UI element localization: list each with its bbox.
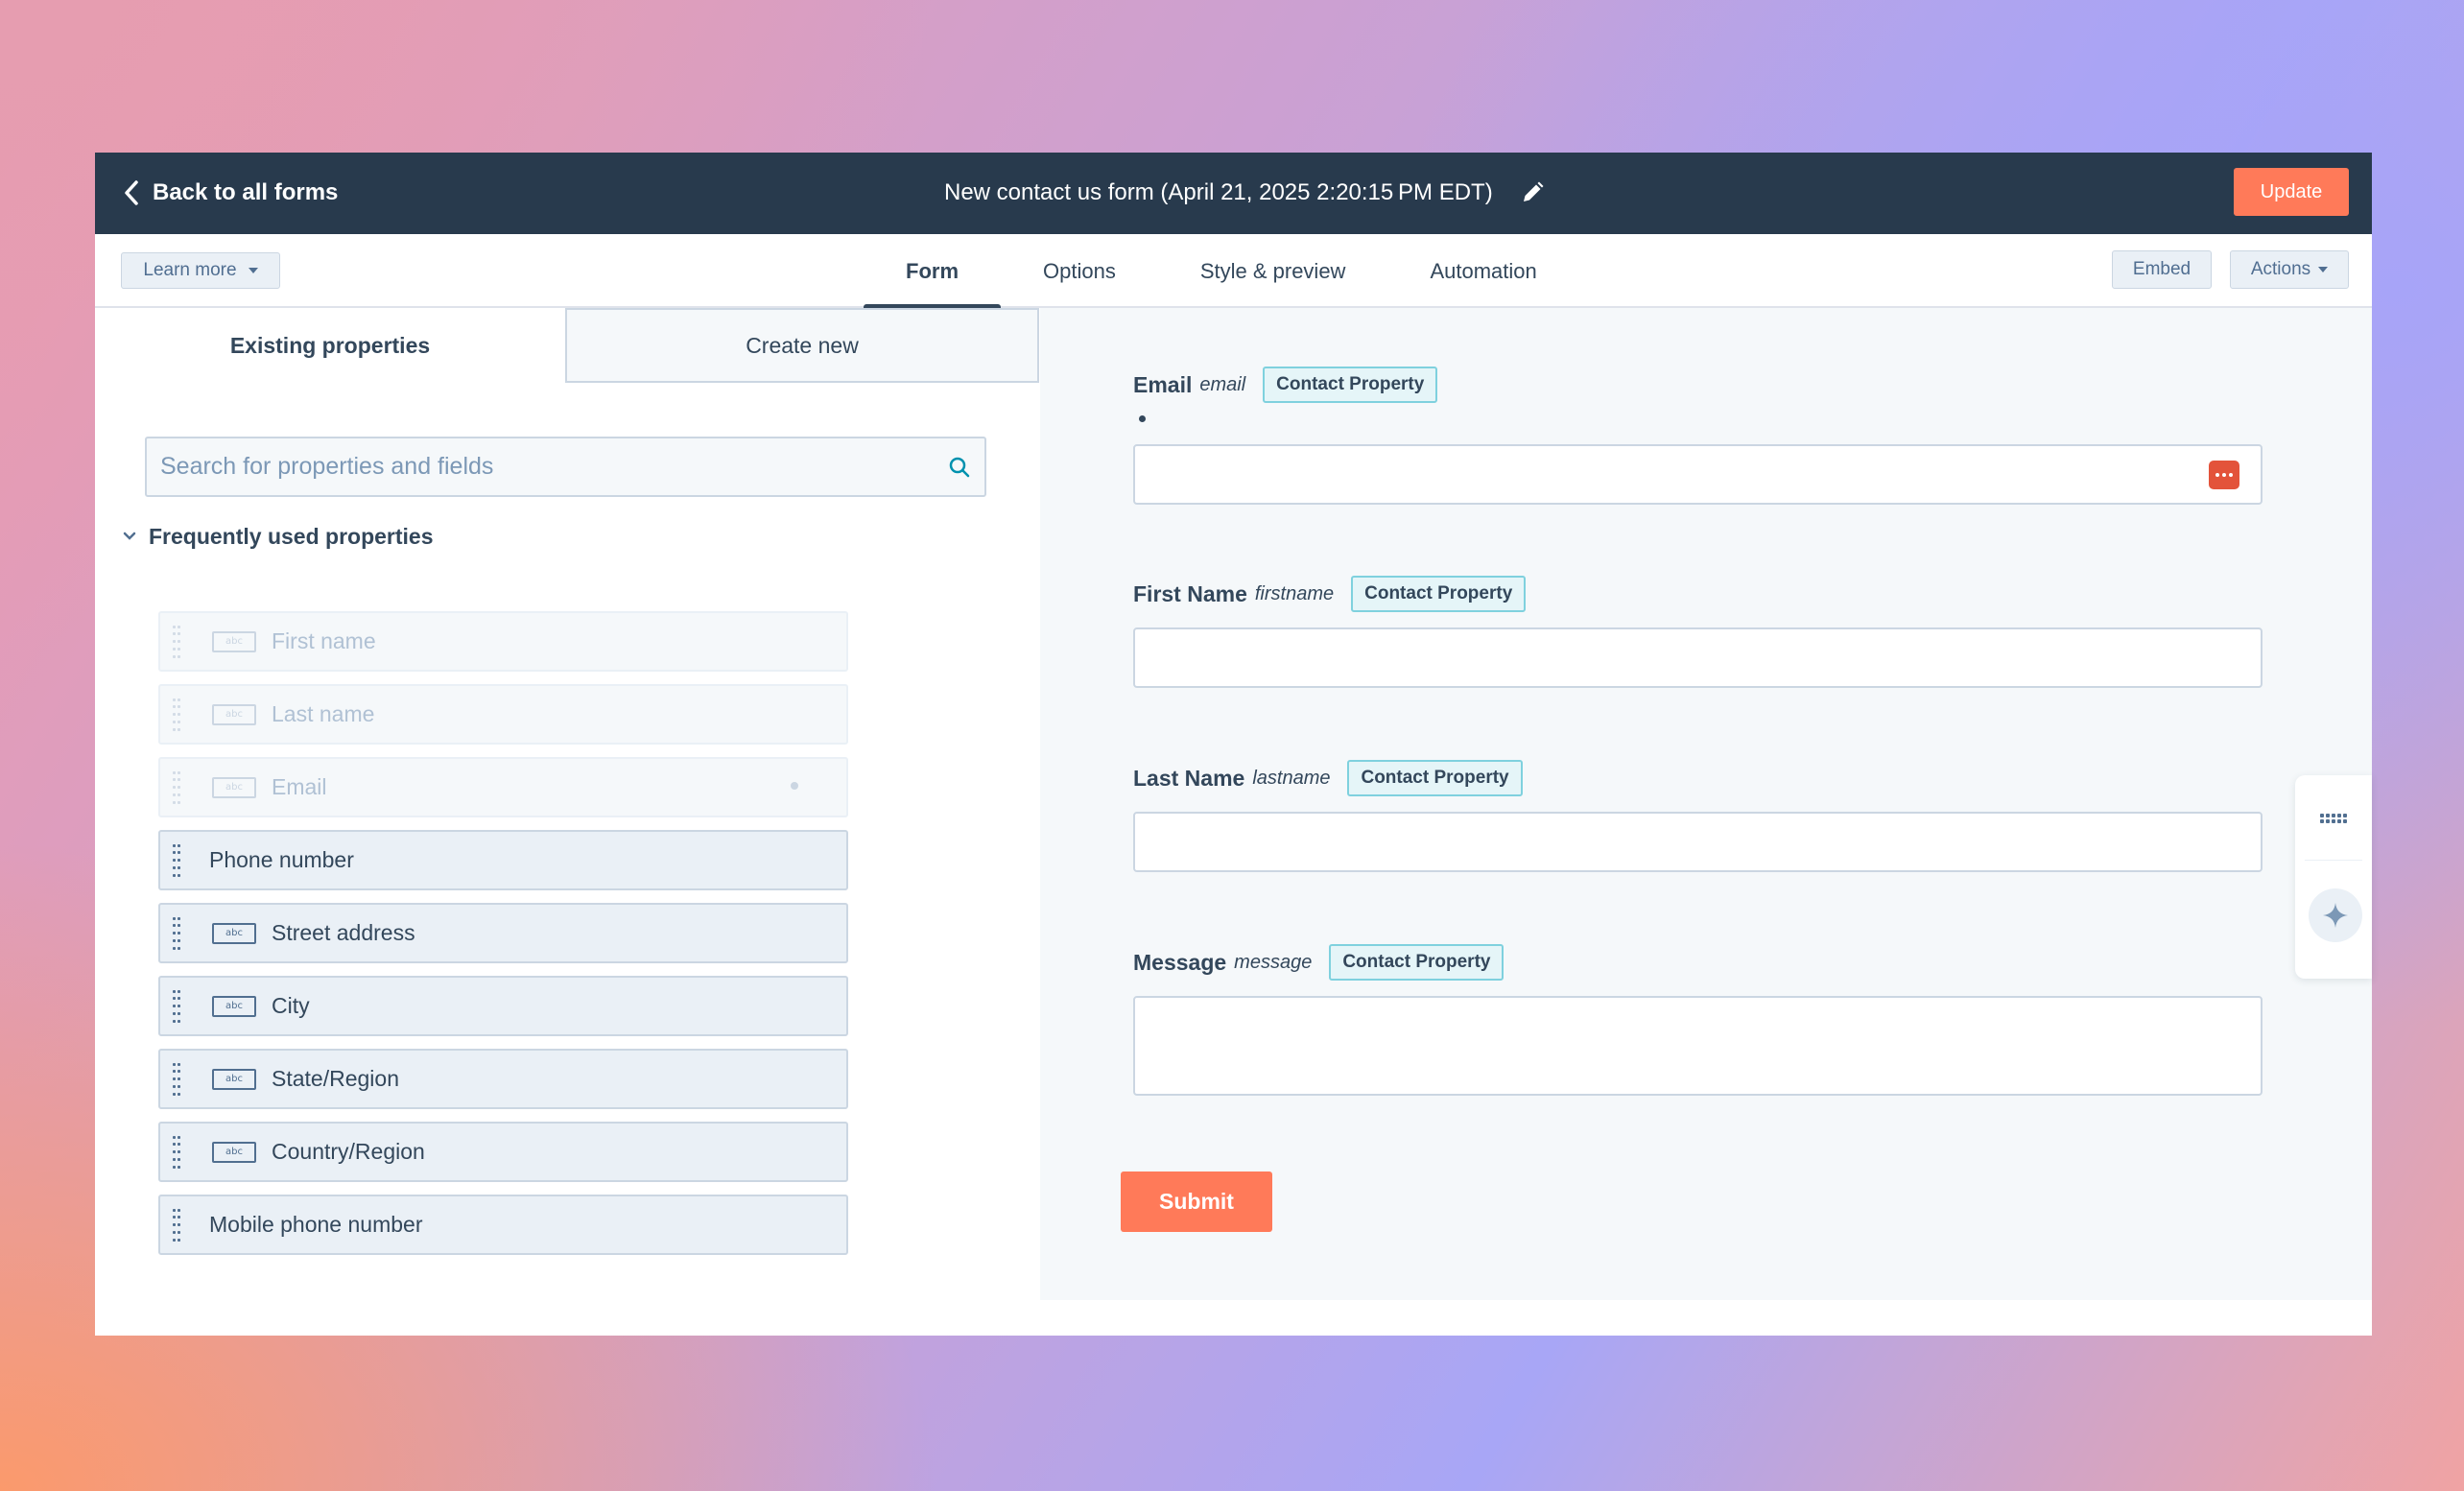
message-textarea[interactable] [1133, 996, 2263, 1096]
property-label: State/Region [272, 1066, 399, 1091]
field-internal-name: email [1199, 373, 1246, 395]
text-field-icon: abc [212, 776, 256, 798]
field-label-message: Message message Contact Property [1133, 943, 1504, 982]
field-label-email: Email email Contact Property [1133, 366, 1438, 404]
property-label: Phone number [209, 847, 354, 872]
search-input[interactable] [160, 453, 948, 481]
back-to-forms-link[interactable]: Back to all forms [124, 174, 338, 212]
text-field-icon: abc [212, 922, 256, 944]
drag-handle-icon [172, 698, 183, 731]
property-item[interactable]: Mobile phone number [158, 1195, 848, 1255]
required-dot [791, 782, 798, 790]
contact-property-badge: Contact Property [1329, 944, 1504, 981]
form-editor-window: Back to all forms New contact us form (A… [95, 153, 2372, 1336]
form-preview: Email email Contact Property First Name … [1040, 308, 2372, 1300]
embed-button[interactable]: Embed [2112, 250, 2212, 289]
property-item: abc Email [158, 757, 848, 817]
text-field-icon: abc [212, 1068, 256, 1090]
property-label: City [272, 993, 310, 1018]
tab-style-preview[interactable]: Style & preview [1158, 234, 1388, 308]
property-item[interactable]: abc Street address [158, 903, 848, 963]
frequently-used-section-toggle[interactable]: Frequently used properties [122, 517, 434, 556]
drag-handle-icon[interactable] [172, 1208, 183, 1242]
property-item[interactable]: Phone number [158, 830, 848, 890]
submit-button[interactable]: Submit [1121, 1172, 1272, 1232]
actions-label: Actions [2250, 259, 2311, 279]
property-label: Mobile phone number [209, 1212, 423, 1237]
property-label: First name [272, 628, 376, 653]
lastname-input[interactable] [1133, 812, 2263, 872]
chevron-left-icon [125, 180, 138, 205]
text-field-icon: abc [212, 1141, 256, 1163]
properties-panel: Existing properties Create new Frequentl… [95, 308, 1040, 1336]
apps-grid-icon[interactable] [2320, 814, 2347, 823]
form-title-text: New contact us form (April 21, 2025 2:20… [944, 179, 1493, 205]
top-bar: Back to all forms New contact us form (A… [95, 153, 2372, 234]
property-item[interactable]: abc State/Region [158, 1049, 848, 1109]
tab-existing-properties[interactable]: Existing properties [95, 308, 565, 383]
field-label-firstname: First Name firstname Contact Property [1133, 575, 1527, 613]
field-internal-name: lastname [1252, 767, 1331, 789]
side-widget [2295, 775, 2372, 979]
panel-tabs: Existing properties Create new [95, 308, 1040, 383]
property-label: Last name [272, 701, 375, 726]
caret-down-icon [2318, 267, 2329, 272]
property-label: Email [272, 774, 327, 799]
tab-options[interactable]: Options [1001, 234, 1158, 308]
caret-down-icon [248, 268, 258, 273]
tab-form[interactable]: Form [864, 234, 1001, 310]
contact-property-badge: Contact Property [1347, 760, 1523, 796]
drag-handle-icon[interactable] [172, 1135, 183, 1169]
text-field-icon: abc [212, 995, 256, 1017]
property-item[interactable]: abc Country/Region [158, 1122, 848, 1182]
property-label: Street address [272, 920, 415, 945]
password-manager-icon[interactable] [2209, 461, 2239, 489]
learn-more-label: Learn more [143, 260, 237, 280]
divider [2305, 860, 2362, 861]
drag-handle-icon[interactable] [172, 916, 183, 950]
text-field-icon: abc [212, 630, 256, 652]
actions-dropdown[interactable]: Actions [2230, 250, 2349, 289]
property-search [145, 437, 986, 497]
drag-handle-icon [172, 770, 183, 804]
back-label: Back to all forms [153, 179, 339, 205]
property-item: abc Last name [158, 684, 848, 745]
field-label-text: Message [1133, 949, 1227, 975]
drag-handle-icon[interactable] [172, 989, 183, 1023]
ai-sparkle-icon[interactable] [2309, 888, 2362, 942]
drag-handle-icon [172, 625, 183, 658]
field-internal-name: message [1234, 951, 1313, 973]
email-input[interactable] [1133, 444, 2263, 505]
required-indicator [1139, 415, 1146, 422]
property-item[interactable]: abc City [158, 976, 848, 1036]
field-label-text: Email [1133, 371, 1193, 397]
field-label-lastname: Last Name lastname Contact Property [1133, 759, 1523, 797]
form-title: New contact us form (April 21, 2025 2:20… [944, 172, 1545, 214]
contact-property-badge: Contact Property [1263, 367, 1438, 403]
tab-bar: Learn more Form Options Style & preview … [95, 234, 2372, 310]
tab-create-new[interactable]: Create new [565, 308, 1039, 383]
drag-handle-icon[interactable] [172, 1062, 183, 1096]
field-label-text: Last Name [1133, 765, 1245, 791]
search-icon[interactable] [948, 456, 971, 479]
learn-more-dropdown[interactable]: Learn more [121, 252, 280, 289]
contact-property-badge: Contact Property [1351, 576, 1527, 612]
drag-handle-icon[interactable] [172, 843, 183, 877]
update-button[interactable]: Update [2234, 168, 2349, 216]
property-item: abc First name [158, 611, 848, 672]
tab-automation[interactable]: Automation [1387, 234, 1578, 308]
main-tabs: Form Options Style & preview Automation [864, 234, 1579, 310]
property-label: Country/Region [272, 1139, 425, 1164]
firstname-input[interactable] [1133, 627, 2263, 688]
text-field-icon: abc [212, 703, 256, 725]
field-internal-name: firstname [1254, 582, 1335, 604]
field-label-text: First Name [1133, 580, 1247, 606]
edit-title-pencil-icon[interactable] [1520, 180, 1545, 205]
section-title: Frequently used properties [149, 523, 434, 549]
chevron-down-icon [123, 532, 136, 540]
